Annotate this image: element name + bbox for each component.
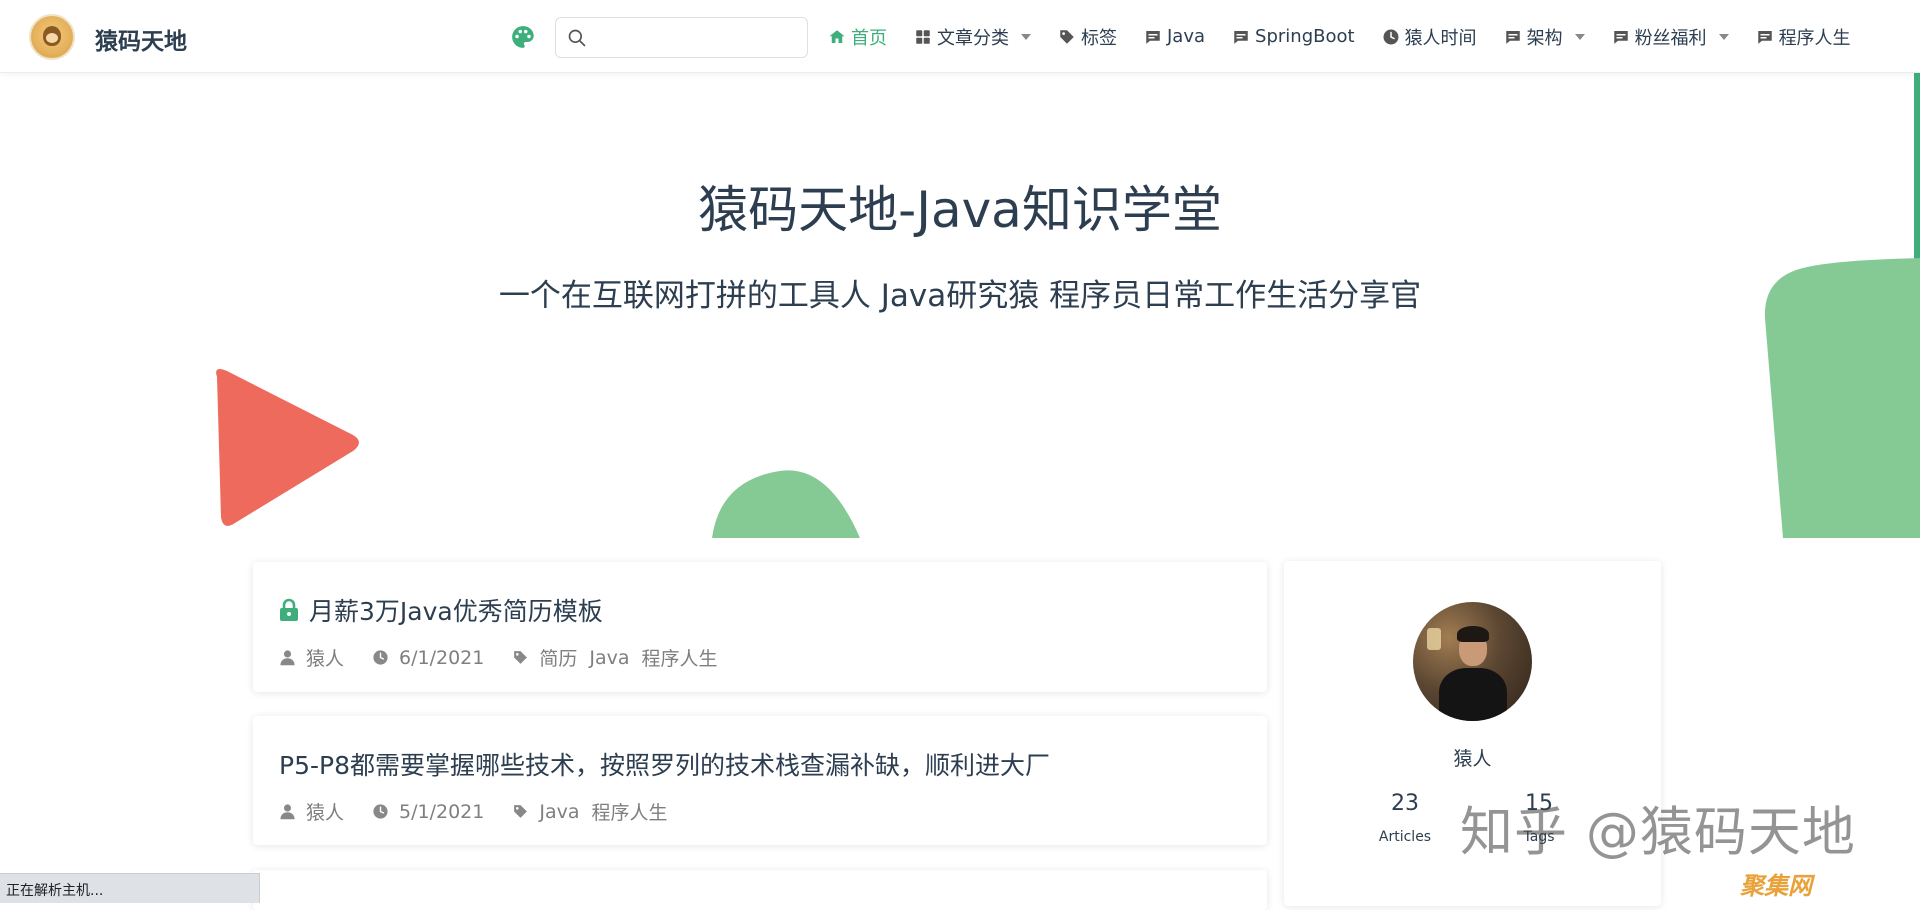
post-title[interactable]: P5-P8都需要掌握哪些技术，按照罗列的技术栈查漏补缺，顺利进大厂: [279, 746, 1050, 782]
post-card[interactable]: 月薪3万Java优秀简历模板 猿人 6/1/2021 简历 Java 程序人生: [253, 562, 1267, 692]
user-icon: [280, 650, 295, 666]
post-title[interactable]: 月薪3万Java优秀简历模板: [309, 592, 603, 628]
tag-icon: [514, 651, 528, 664]
decorative-shape-right: [1764, 258, 1920, 538]
message-icon: [1613, 30, 1628, 44]
nav-item-label: 程序人生: [1778, 27, 1851, 49]
site-logo[interactable]: [29, 14, 75, 60]
search-icon: [568, 29, 586, 47]
post-card[interactable]: P5-P8都需要掌握哪些技术，按照罗列的技术栈查漏补缺，顺利进大厂 猿人 5/1…: [253, 716, 1267, 845]
nav-item-label: 首页: [851, 27, 887, 49]
clock-icon: [373, 804, 388, 819]
search-box[interactable]: [555, 17, 808, 58]
message-icon: [1505, 30, 1520, 44]
post-meta: 猿人 6/1/2021 简历 Java 程序人生: [279, 644, 730, 671]
tag-icon: [514, 805, 528, 818]
hero-title: 猿码天地-Java知识学堂: [698, 181, 1222, 239]
nav-item-label: 粉丝福利: [1634, 27, 1707, 49]
site-name[interactable]: 猿码天地: [95, 22, 187, 56]
profile-name: 猿人: [1453, 748, 1492, 770]
clock-icon: [373, 650, 388, 665]
post-tag[interactable]: Java: [539, 801, 579, 823]
clock-icon: [1383, 29, 1399, 44]
post-meta: 猿人 5/1/2021 Java 程序人生: [279, 798, 680, 825]
lock-icon: [280, 598, 298, 621]
chevron-down-icon: [1021, 33, 1031, 40]
chevron-down-icon: [1574, 33, 1585, 40]
post-author: 猿人: [306, 802, 345, 824]
nav-item-architecture[interactable]: 架构: [1504, 24, 1585, 50]
top-navbar: 猿码天地 首页 文章分类 标签 Java SpringBoot 猿人时间 架构 …: [0, 0, 1920, 73]
nav-item-label: 猿人时间: [1404, 27, 1477, 49]
hero-subtitle: 一个在互联网打拼的工具人 Java研究猿 程序员日常工作生活分享官: [498, 278, 1422, 314]
watermark: 知乎 @猿码天地: [1460, 802, 1856, 863]
decorative-triangle: [216, 369, 359, 526]
home-icon: [829, 29, 845, 43]
nav-item-label: 文章分类: [937, 27, 1009, 49]
nav-item-springboot[interactable]: SpringBoot: [1232, 26, 1355, 47]
palette-icon[interactable]: [510, 24, 536, 50]
post-author: 猿人: [306, 648, 345, 670]
grid-icon: [916, 29, 930, 44]
post-tag[interactable]: 程序人生: [642, 644, 718, 671]
tag-icon: [1060, 29, 1074, 44]
nav-item-label: SpringBoot: [1255, 26, 1355, 47]
nav-item-label: Java: [1167, 26, 1206, 47]
message-icon: [1757, 30, 1772, 44]
post-date: 5/1/2021: [399, 800, 485, 823]
nav-item-life[interactable]: 程序人生: [1756, 24, 1851, 50]
watermark-secondary: 聚集网: [1740, 872, 1812, 900]
search-input[interactable]: [596, 24, 796, 52]
stat-articles-label: Articles: [1378, 829, 1432, 845]
post-date: 6/1/2021: [399, 646, 485, 669]
chevron-down-icon: [1718, 33, 1729, 40]
post-tag[interactable]: 程序人生: [592, 798, 668, 825]
nav-item-fans[interactable]: 粉丝福利: [1612, 24, 1729, 50]
post-tag[interactable]: Java: [589, 647, 629, 669]
nav-item-label: 架构: [1526, 27, 1563, 49]
nav-item-categories[interactable]: 文章分类: [914, 24, 1031, 50]
message-icon: [1234, 30, 1248, 44]
browser-status-bar: 正在解析主机...: [0, 873, 260, 903]
nav-item-home[interactable]: 首页: [828, 24, 887, 50]
post-card[interactable]: [253, 870, 1267, 910]
nav-links: 首页 文章分类 标签 Java SpringBoot 猿人时间 架构 粉丝福利 …: [828, 0, 1851, 73]
nav-item-time[interactable]: 猿人时间: [1382, 24, 1477, 50]
nav-item-label: 标签: [1081, 27, 1117, 49]
post-title-row[interactable]: 月薪3万Java优秀简历模板: [279, 592, 603, 628]
stat-articles-count[interactable]: 23: [1365, 791, 1445, 816]
user-icon: [280, 804, 295, 820]
post-tag[interactable]: 简历: [539, 644, 577, 671]
nav-item-java[interactable]: Java: [1144, 26, 1205, 47]
decorative-blob: [712, 470, 860, 538]
avatar: [1413, 602, 1532, 721]
nav-item-tags[interactable]: 标签: [1058, 24, 1117, 50]
message-icon: [1146, 30, 1160, 44]
